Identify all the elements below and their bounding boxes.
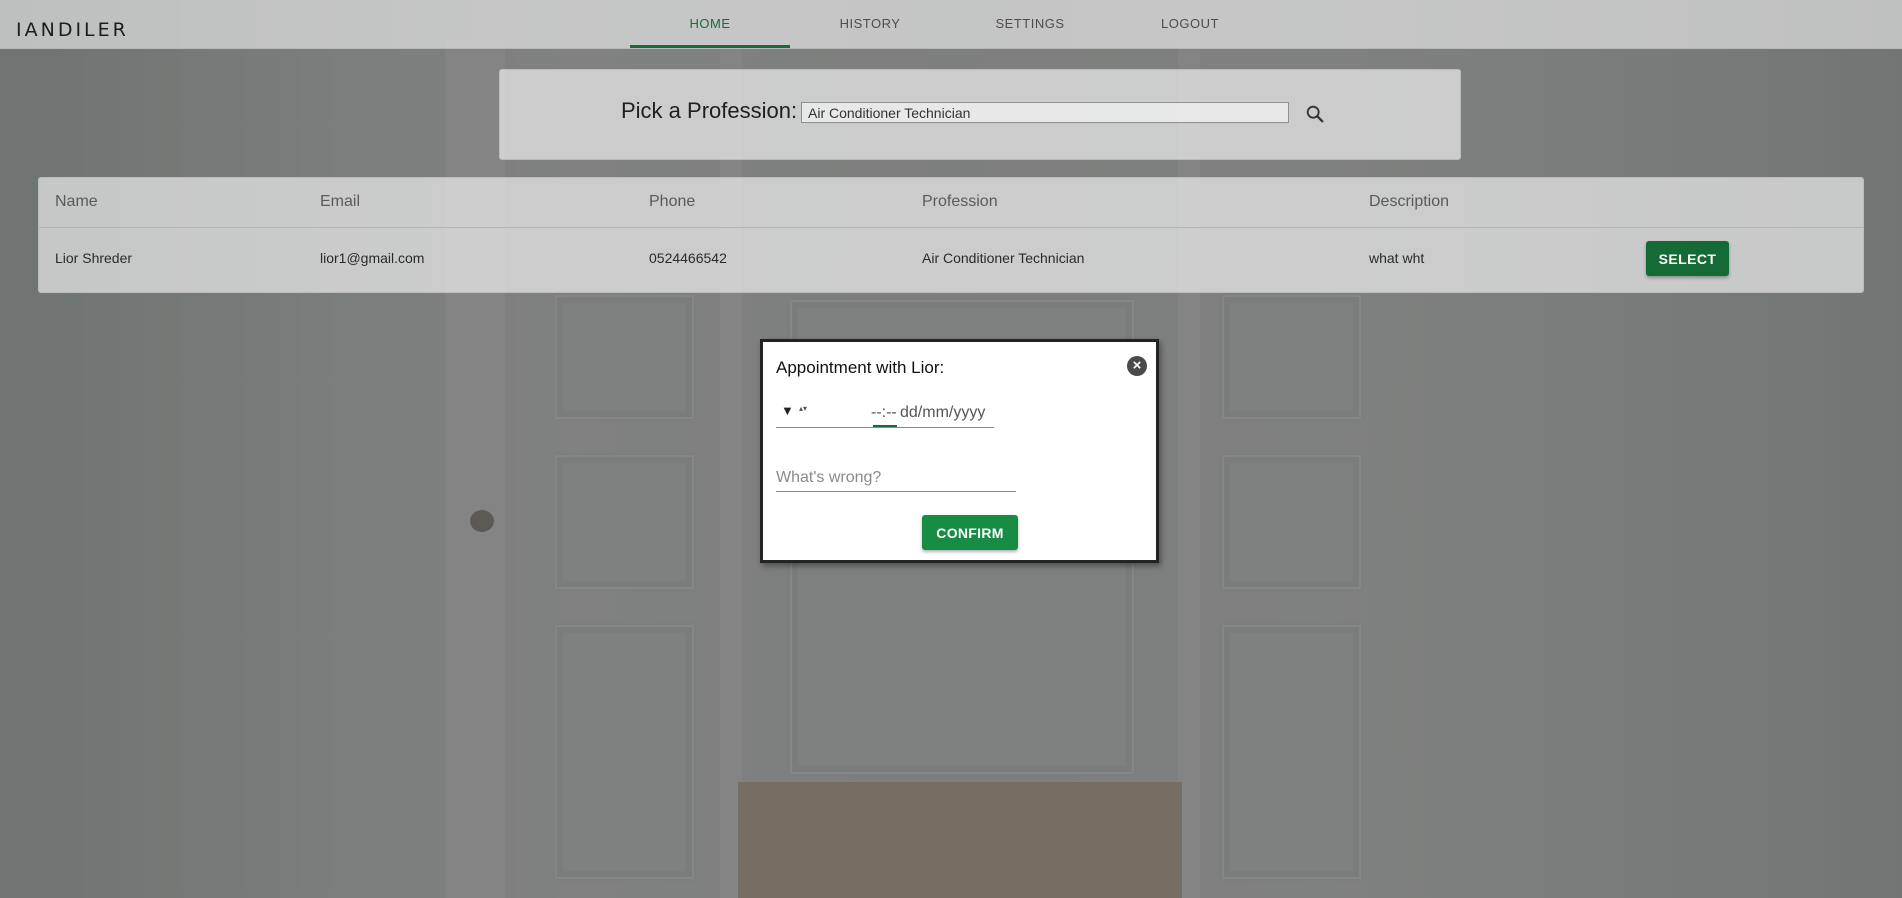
row-description: what wht <box>1369 250 1425 266</box>
column-header-description: Description <box>1369 193 1450 210</box>
top-navbar: IANDILER HOME HISTORY SETTINGS LOGOUT <box>0 0 1902 49</box>
column-header-profession: Profession <box>922 193 998 210</box>
time-field[interactable]: --:-- <box>871 404 897 422</box>
nav-tab-logout[interactable]: LOGOUT <box>1110 0 1270 48</box>
nav-tab-home[interactable]: HOME <box>630 0 790 48</box>
column-header-phone: Phone <box>649 193 696 210</box>
dialog-title: Appointment with Lior: <box>776 358 945 377</box>
select-button[interactable]: SELECT <box>1646 241 1729 276</box>
time-focus-indicator <box>873 425 897 427</box>
column-header-email: Email <box>320 193 361 210</box>
row-profession: Air Conditioner Technician <box>922 250 1085 266</box>
datetime-input[interactable]: ▼ ▴▾ --:-- dd/mm/yyyy <box>776 402 994 428</box>
profession-label: Pick a Profession: <box>621 98 798 123</box>
column-header-name: Name <box>55 193 98 210</box>
spinner-icon[interactable]: ▴▾ <box>798 404 808 422</box>
row-name: Lior Shreder <box>55 250 133 266</box>
profession-input[interactable] <box>801 102 1289 123</box>
row-email: lior1@gmail.com <box>320 250 425 266</box>
nav-tab-history[interactable]: HISTORY <box>790 0 950 48</box>
nav-tabs: HOME HISTORY SETTINGS LOGOUT <box>630 0 1270 48</box>
confirm-button[interactable]: CONFIRM <box>922 515 1018 550</box>
table-header: Name Email Phone Profession Description <box>39 178 1863 228</box>
dropdown-arrow-icon[interactable]: ▼ <box>781 403 794 418</box>
row-phone: 0524466542 <box>649 250 727 266</box>
nav-tab-settings[interactable]: SETTINGS <box>950 0 1110 48</box>
appointment-dialog: Appointment with Lior: × ▼ ▴▾ --:-- dd/m… <box>760 339 1159 563</box>
search-icon[interactable] <box>1304 103 1326 125</box>
profession-search-card: Pick a Profession: <box>499 69 1461 160</box>
date-field[interactable]: dd/mm/yyyy <box>900 404 985 422</box>
problem-description-input[interactable] <box>776 464 1016 492</box>
app-logo[interactable]: IANDILER <box>16 19 129 41</box>
results-table: Name Email Phone Profession Description … <box>38 177 1864 293</box>
close-icon[interactable]: × <box>1127 356 1147 376</box>
